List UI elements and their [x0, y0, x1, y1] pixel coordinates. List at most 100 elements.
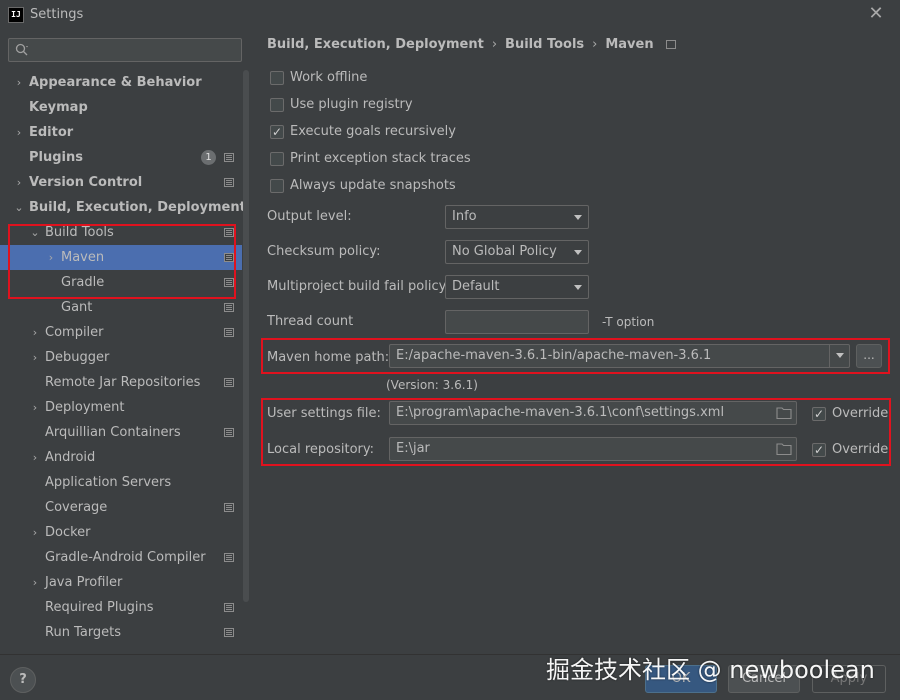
chevron-right-icon[interactable]: › — [29, 395, 41, 420]
checksum-policy-select[interactable]: No Global Policy — [445, 240, 589, 264]
sidebar-item-coverage[interactable]: Coverage — [0, 495, 242, 520]
sidebar-item-label: Android — [45, 450, 96, 465]
sidebar-item-appearance-behavior[interactable]: › Appearance & Behavior — [0, 70, 242, 95]
sidebar-item-version-control[interactable]: › Version Control — [0, 170, 242, 195]
chevron-right-icon[interactable]: › — [29, 320, 41, 345]
sidebar-item-required-plugins[interactable]: Required Plugins — [0, 595, 242, 620]
project-scope-icon — [224, 228, 234, 237]
local-repository-value: E:\jar — [396, 441, 430, 456]
sidebar-item-compiler[interactable]: › Compiler — [0, 320, 242, 345]
chevron-right-icon[interactable]: › — [29, 520, 41, 545]
local-repository-input[interactable]: E:\jar — [389, 437, 797, 461]
sidebar-scrollbar[interactable] — [243, 70, 249, 602]
intellij-app-icon: IJ — [8, 7, 24, 23]
chevron-right-icon[interactable]: › — [45, 245, 57, 270]
user-settings-file-value: E:\program\apache-maven-3.6.1\conf\setti… — [396, 405, 725, 420]
sidebar-item-label: Required Plugins — [45, 600, 154, 615]
sidebar-item-label: Docker — [45, 525, 91, 540]
sidebar-item-build-execution-deployment[interactable]: ⌄ Build, Execution, Deployment — [0, 195, 245, 220]
chevron-right-icon[interactable]: › — [13, 120, 25, 145]
folder-icon[interactable] — [776, 406, 792, 420]
checkbox[interactable] — [270, 179, 284, 193]
chevron-down-icon[interactable]: ⌄ — [29, 220, 41, 245]
multiproject-fail-policy-label: Multiproject build fail policy: — [267, 279, 450, 294]
sidebar-item-android[interactable]: › Android — [0, 445, 242, 470]
checkbox[interactable]: ✓ — [812, 443, 826, 457]
checkbox[interactable] — [270, 152, 284, 166]
chevron-down-icon[interactable]: ⌄ — [13, 195, 25, 220]
project-scope-icon — [224, 178, 234, 187]
thread-count-input[interactable] — [445, 310, 589, 334]
sidebar-item-run-targets[interactable]: Run Targets — [0, 620, 242, 645]
help-button[interactable]: ? — [10, 667, 36, 693]
sidebar-item-label: Maven — [61, 250, 105, 265]
close-icon[interactable]: ✕ — [866, 4, 886, 24]
chevron-down-icon — [574, 215, 582, 220]
project-scope-icon — [224, 628, 234, 637]
multiproject-fail-policy-select[interactable]: Default — [445, 275, 589, 299]
window-title: Settings — [30, 7, 84, 22]
sidebar-item-gradle[interactable]: Gradle — [0, 270, 242, 295]
checkbox[interactable]: ✓ — [812, 407, 826, 421]
checkbox[interactable] — [270, 98, 284, 112]
sidebar-item-build-tools[interactable]: ⌄ Build Tools — [0, 220, 242, 245]
maven-home-path-combobox[interactable]: E:/apache-maven-3.6.1-bin/apache-maven-3… — [389, 344, 850, 368]
chevron-right-icon[interactable]: › — [29, 570, 41, 595]
sidebar-item-label: Appearance & Behavior — [29, 75, 202, 90]
sidebar-item-label: Gradle-Android Compiler — [45, 550, 206, 565]
checksum-policy-label: Checksum policy: — [267, 244, 381, 259]
sidebar-item-label: Deployment — [45, 400, 125, 415]
chevron-right-icon[interactable]: › — [29, 445, 41, 470]
multiproject-fail-policy-value: Default — [452, 279, 500, 294]
maven-home-path-label: Maven home path: — [267, 350, 390, 365]
sidebar-item-maven[interactable]: › Maven — [0, 245, 242, 270]
sidebar-item-label: Compiler — [45, 325, 104, 340]
sidebar-item-arquillian-containers[interactable]: Arquillian Containers — [0, 420, 242, 445]
output-level-select[interactable]: Info — [445, 205, 589, 229]
sidebar-item-label: Build, Execution, Deployment — [29, 200, 246, 215]
chevron-right-icon[interactable]: › — [13, 70, 25, 95]
checkbox[interactable]: ✓ — [270, 125, 284, 139]
sidebar-item-gant[interactable]: Gant — [0, 295, 242, 320]
override-label: Override — [832, 442, 889, 457]
sidebar-item-label: Keymap — [29, 100, 88, 115]
project-scope-icon — [224, 278, 234, 287]
checkbox[interactable] — [270, 71, 284, 85]
chevron-down-icon — [836, 353, 844, 358]
folder-icon[interactable] — [776, 442, 792, 456]
sidebar-item-label: Gradle — [61, 275, 105, 290]
sidebar-item-application-servers[interactable]: Application Servers — [0, 470, 242, 495]
sidebar-item-plugins[interactable]: Plugins 1 — [0, 145, 242, 170]
breadcrumb: Build, Execution, Deployment › Build Tools… — [267, 37, 676, 52]
maven-home-dropdown-button[interactable] — [829, 345, 849, 367]
chevron-down-icon — [574, 285, 582, 290]
sidebar-item-editor[interactable]: › Editor — [0, 120, 242, 145]
browse-maven-home-button[interactable]: ... — [856, 344, 882, 368]
project-scope-icon — [224, 428, 234, 437]
output-level-value: Info — [452, 209, 477, 224]
project-scope-icon — [224, 553, 234, 562]
sidebar-item-label: Remote Jar Repositories — [45, 375, 201, 390]
sidebar-item-java-profiler[interactable]: › Java Profiler — [0, 570, 242, 595]
breadcrumb-part[interactable]: Build, Execution, Deployment — [267, 37, 484, 52]
title-bar: IJ Settings ✕ — [0, 0, 900, 30]
sidebar-item-keymap[interactable]: Keymap — [0, 95, 242, 120]
breadcrumb-part[interactable]: Build Tools — [505, 37, 584, 52]
watermark-text: 掘金技术社区 @ newboolean — [546, 656, 875, 684]
chevron-right-icon[interactable]: › — [29, 345, 41, 370]
search-icon — [15, 43, 28, 56]
sidebar-item-label: Gant — [61, 300, 93, 315]
sidebar-item-remote-jar-repositories[interactable]: Remote Jar Repositories — [0, 370, 242, 395]
override-label: Override — [832, 406, 889, 421]
chevron-right-icon[interactable]: › — [13, 170, 25, 195]
sidebar-item-debugger[interactable]: › Debugger — [0, 345, 242, 370]
thread-count-label: Thread count — [267, 314, 354, 329]
search-input[interactable] — [8, 38, 242, 62]
sidebar-item-label: Arquillian Containers — [45, 425, 181, 440]
sidebar-item-gradle-android-compiler[interactable]: Gradle-Android Compiler — [0, 545, 242, 570]
checkbox-label: Execute goals recursively — [290, 124, 456, 139]
user-settings-file-input[interactable]: E:\program\apache-maven-3.6.1\conf\setti… — [389, 401, 797, 425]
project-scope-icon — [224, 153, 234, 162]
sidebar-item-deployment[interactable]: › Deployment — [0, 395, 242, 420]
sidebar-item-docker[interactable]: › Docker — [0, 520, 242, 545]
